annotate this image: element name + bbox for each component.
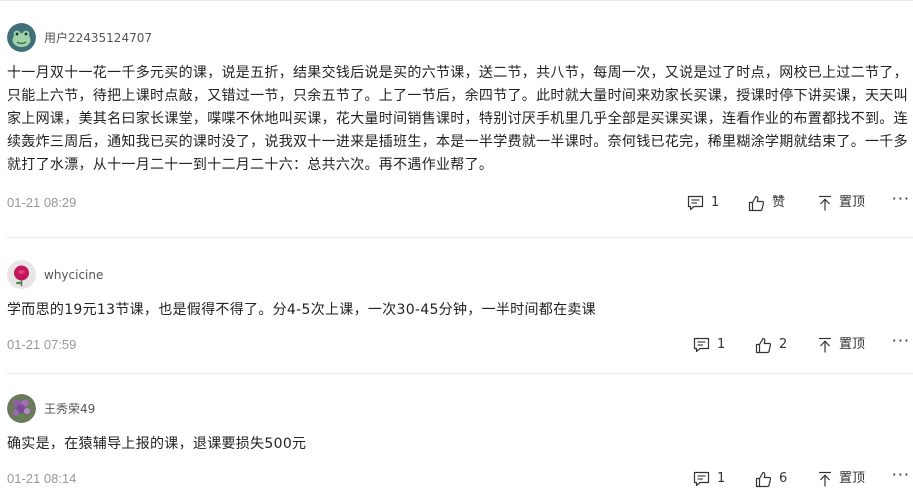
- thumbs-up-icon: [755, 471, 772, 487]
- pin-label: 置顶: [839, 195, 866, 210]
- pin-top-icon: [819, 471, 831, 487]
- reply-button[interactable]: 1: [693, 469, 725, 489]
- pin-top-button[interactable]: 置顶: [818, 335, 865, 355]
- reply-button[interactable]: 1: [687, 193, 719, 213]
- like-button[interactable]: 6: [755, 469, 787, 489]
- flower-avatar-icon: [7, 394, 36, 423]
- username[interactable]: 用户22435124707: [44, 29, 152, 46]
- pin-top-button[interactable]: 置顶: [818, 469, 865, 489]
- pin-top-button[interactable]: 置顶: [818, 193, 865, 213]
- comment-header: whycicine: [7, 260, 103, 289]
- rose-avatar-icon: [7, 260, 36, 289]
- comment-header: 用户22435124707: [7, 23, 152, 52]
- comment-bubble-icon: [693, 337, 710, 353]
- comment-divider: [6, 237, 913, 238]
- username[interactable]: whycicine: [44, 268, 103, 282]
- thumbs-up-icon: [748, 195, 765, 211]
- more-options-button[interactable]: ···: [892, 331, 910, 350]
- comment-meta: 01-21 08:29 1 赞 置顶 ···: [0, 189, 913, 213]
- reply-button[interactable]: 1: [693, 335, 725, 355]
- comment-time: 01-21 08:29: [7, 195, 77, 210]
- avatar[interactable]: [7, 394, 36, 423]
- pin-top-icon: [819, 195, 831, 211]
- comment-meta: 01-21 08:14 1 6 置顶 ···: [0, 465, 913, 489]
- reply-count: 1: [711, 195, 720, 210]
- avatar[interactable]: [7, 260, 36, 289]
- like-label: 赞: [772, 195, 786, 210]
- pin-top-icon: [819, 337, 831, 353]
- pin-label: 置顶: [839, 471, 866, 486]
- comment-text: 确实是，在猿辅导上报的课，退课要损失500元: [7, 436, 307, 452]
- comment-text: 学而思的19元13节课，也是假得不得了。分4-5次上课，一次30-45分钟，一半…: [7, 302, 596, 318]
- avatar[interactable]: [7, 23, 36, 52]
- comment-time: 01-21 07:59: [7, 337, 77, 352]
- reply-count: 1: [717, 471, 726, 486]
- like-button[interactable]: 赞: [748, 193, 785, 213]
- like-count: 2: [779, 337, 788, 352]
- comment-meta: 01-21 07:59 1 2 置顶 ···: [0, 331, 913, 355]
- like-button[interactable]: 2: [755, 335, 787, 355]
- comment-bubble-icon: [687, 195, 704, 211]
- comment-item: 用户22435124707 十一月双十一花一千多元买的课，说是五折，结果交钱后说…: [0, 0, 913, 238]
- comment-item: 王秀荣49 确实是，在猿辅导上报的课，退课要损失500元 01-21 08:14…: [0, 374, 913, 502]
- username[interactable]: 王秀荣49: [44, 400, 95, 417]
- thumbs-up-icon: [755, 337, 772, 353]
- comment-text: 十一月双十一花一千多元买的课，说是五折，结果交钱后说是买的六节课，送二节，共八节…: [7, 65, 908, 173]
- comment-bubble-icon: [693, 471, 710, 487]
- comment-time: 01-21 08:14: [7, 471, 77, 486]
- frog-avatar-icon: [7, 23, 36, 52]
- comment-header: 王秀荣49: [7, 394, 95, 423]
- comment-item: whycicine 学而思的19元13节课，也是假得不得了。分4-5次上课，一次…: [0, 240, 913, 374]
- reply-count: 1: [717, 337, 726, 352]
- like-count: 6: [779, 471, 788, 486]
- more-options-button[interactable]: ···: [892, 465, 910, 484]
- more-options-button[interactable]: ···: [892, 189, 910, 208]
- pin-label: 置顶: [839, 337, 866, 352]
